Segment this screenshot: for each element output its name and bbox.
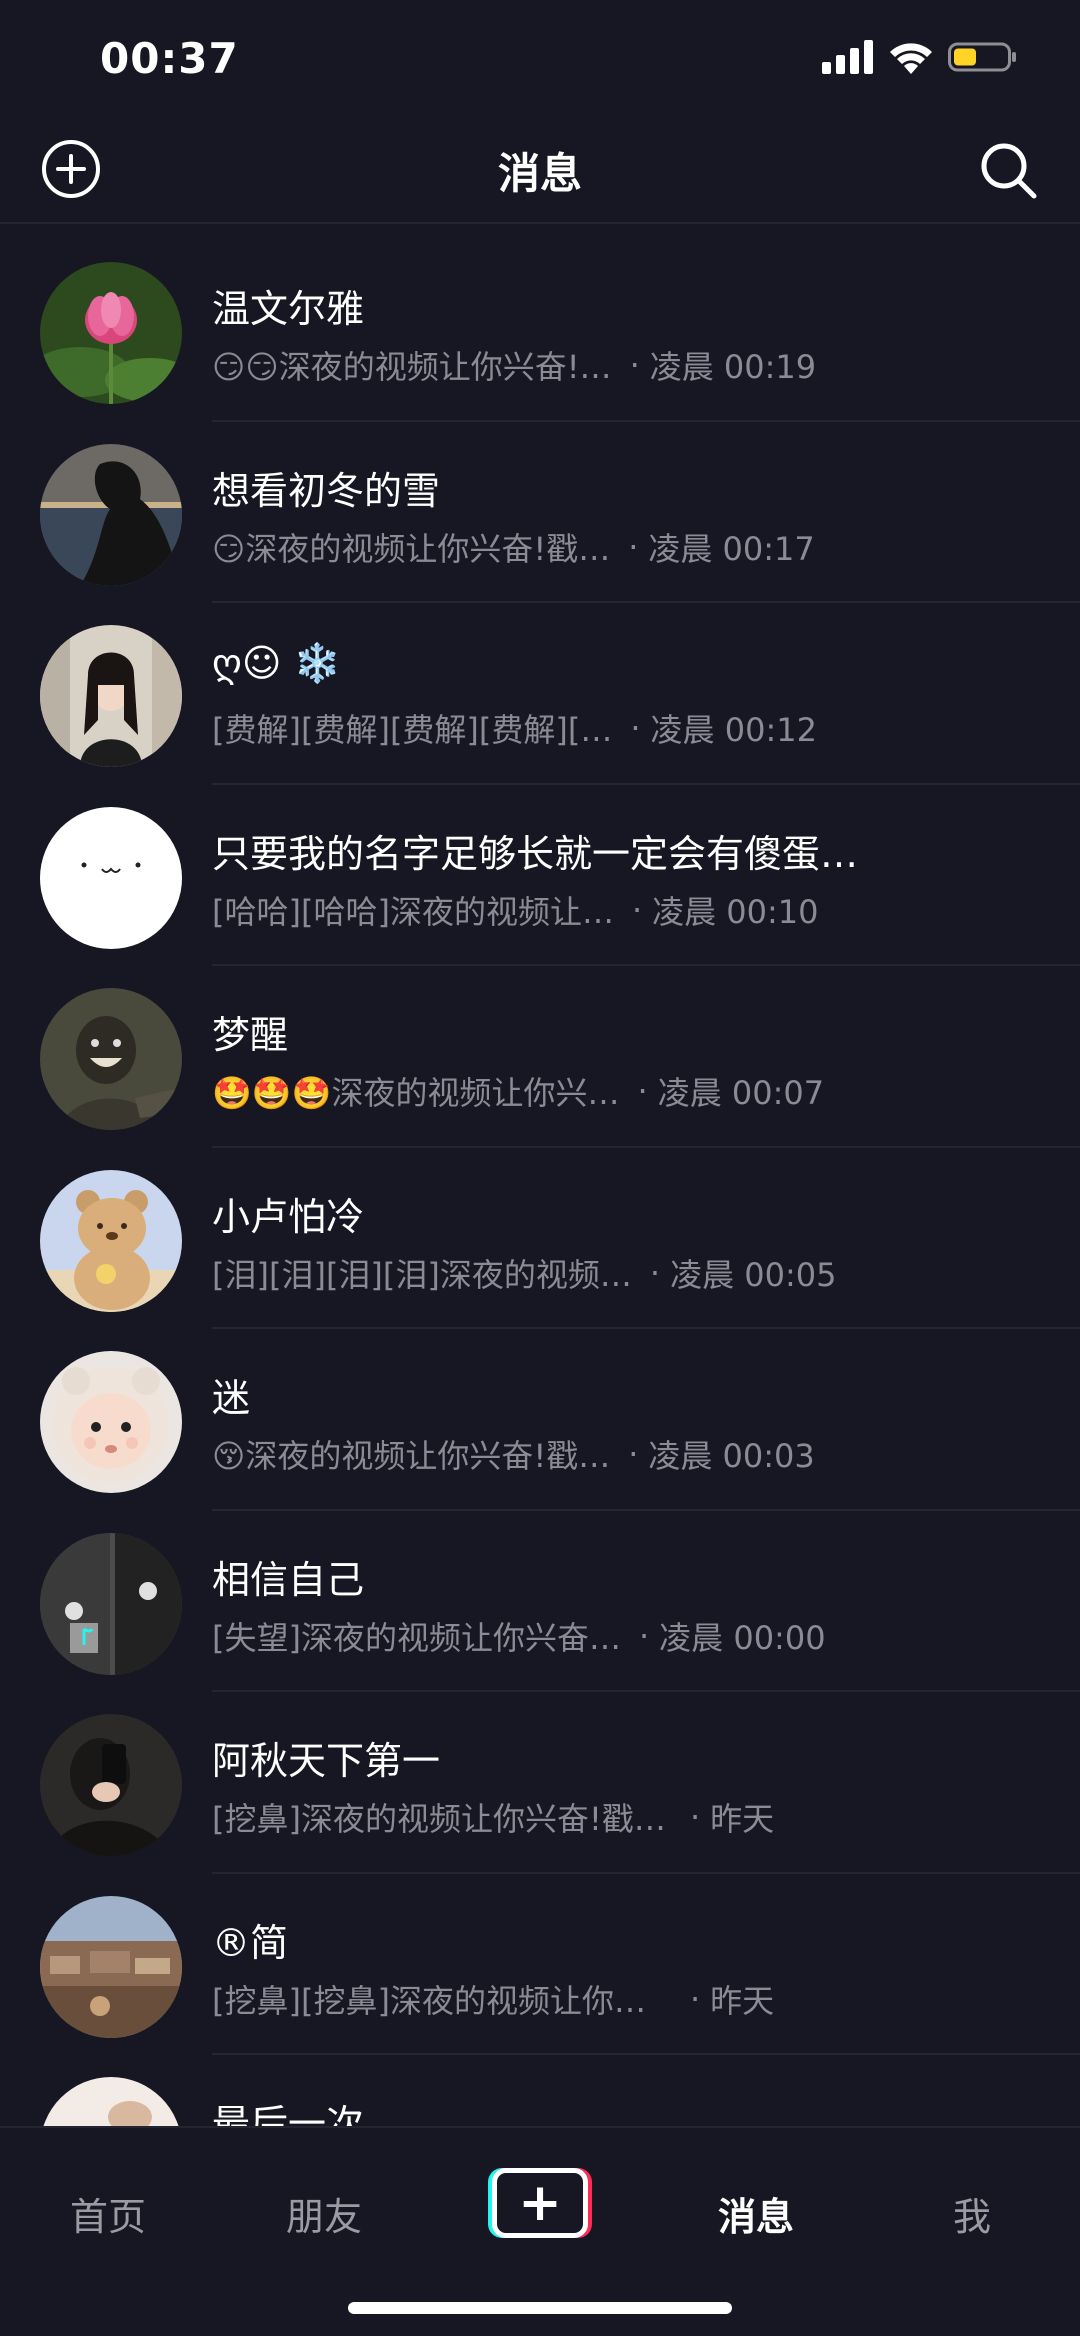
tab-me[interactable]: 我 — [902, 2186, 1042, 2241]
message-item[interactable]: 梦醒 🤩🤩🤩深夜的视频让你兴… · 凌晨 00:07 — [0, 966, 1080, 1148]
message-preview: [失望]深夜的视频让你兴奋… · 凌晨 00:00 — [212, 1613, 826, 1659]
message-item[interactable]: ღ☺︎ ❄️ [费解][费解][费解][费解][… · 凌晨 00:12 — [0, 603, 1080, 785]
avatar[interactable] — [40, 1532, 182, 1675]
message-item[interactable]: 最后一次 — [0, 2055, 1080, 2126]
message-time: 昨天 — [710, 1800, 775, 1838]
preview-text: [挖鼻]深夜的视频让你兴奋!戳 htt… — [212, 1800, 672, 1838]
preview-text: [哈哈][哈哈]深夜的视频让… — [212, 892, 614, 931]
avatar[interactable] — [40, 443, 182, 586]
contact-name: 迷 — [212, 1376, 251, 1420]
separator-dot: · — [631, 890, 643, 929]
message-item[interactable]: 阿秋天下第一 [挖鼻]深夜的视频让你兴奋!戳 htt… · 昨天 — [0, 1692, 1080, 1874]
message-item[interactable]: ®简 [挖鼻][挖鼻]深夜的视频让你兴奋!… · 昨天 — [0, 1874, 1080, 2055]
battery-icon — [948, 40, 1018, 78]
wifi-icon — [888, 40, 934, 78]
preview-text: 😏深夜的视频让你兴奋!戳… — [212, 529, 611, 568]
message-list[interactable]: 温文尔雅 😏😏深夜的视频让你兴奋!… · 凌晨 00:19 想看初冬的雪 😏深夜… — [0, 240, 1080, 2126]
preview-text: 😚深夜的视频让你兴奋!戳… — [212, 1437, 611, 1475]
message-item[interactable]: 迷 😚深夜的视频让你兴奋!戳… · 凌晨 00:03 — [0, 1329, 1080, 1511]
contact-name: 小卢怕冷 — [212, 1194, 365, 1239]
avatar[interactable] — [40, 262, 182, 404]
message-time: 凌晨 00:03 — [648, 1437, 815, 1475]
status-icons — [822, 40, 1018, 78]
message-time: 凌晨 00:00 — [659, 1618, 826, 1657]
preview-text: 😏😏深夜的视频让你兴奋!… — [212, 348, 612, 386]
preview-text: [泪][泪][泪][泪]深夜的视频… — [212, 1255, 632, 1294]
message-item[interactable]: 想看初冬的雪 😏深夜的视频让你兴奋!戳… · 凌晨 00:17 — [0, 422, 1080, 603]
search-icon — [981, 143, 1037, 199]
contact-name: 梦醒 — [212, 1013, 289, 1057]
cellular-signal-icon — [822, 40, 874, 78]
page-title: 消息 — [497, 149, 582, 198]
tab-messages[interactable]: 消息 — [686, 2186, 826, 2241]
contact-name: ®简 — [212, 1920, 289, 1965]
contact-name: 只要我的名字足够长就一定会有傻蛋… — [212, 831, 859, 876]
separator-dot: · — [649, 1253, 661, 1292]
tab-home[interactable]: 首页 — [38, 2186, 178, 2241]
separator-dot: · — [638, 1616, 650, 1655]
separator-dot: · — [630, 709, 641, 747]
create-button[interactable]: + — [488, 2168, 592, 2238]
preview-text: [费解][费解][费解][费解][… — [212, 711, 613, 749]
app-screen: 00:37 消息 温文尔雅 😏😏深夜的视频让你兴奋!… · 凌晨 00:19 想… — [0, 0, 1080, 2336]
separator-dot: · — [628, 1435, 639, 1473]
preview-text: 🤩🤩🤩深夜的视频让你兴… — [212, 1074, 620, 1112]
message-preview: [挖鼻][挖鼻]深夜的视频让你兴奋!… · 昨天 — [212, 1976, 774, 2022]
message-item[interactable]: 小卢怕冷 [泪][泪][泪][泪]深夜的视频… · 凌晨 00:05 — [0, 1148, 1080, 1329]
separator-dot: · — [690, 1979, 701, 2018]
contact-name: 阿秋天下第一 — [212, 1739, 441, 1783]
message-preview: [哈哈][哈哈]深夜的视频让… · 凌晨 00:10 — [212, 887, 819, 933]
avatar[interactable] — [40, 806, 182, 949]
avatar[interactable] — [40, 625, 182, 767]
message-time: 凌晨 00:10 — [652, 892, 819, 931]
top-header: 消息 — [0, 120, 1080, 224]
separator-dot: · — [637, 1072, 648, 1110]
message-preview: [挖鼻]深夜的视频让你兴奋!戳 htt… · 昨天 — [212, 1794, 774, 1840]
message-time: 昨天 — [710, 1981, 775, 2020]
home-indicator[interactable] — [348, 2302, 732, 2314]
avatar[interactable] — [40, 1895, 182, 2038]
message-time: 凌晨 00:17 — [648, 529, 815, 568]
avatar[interactable] — [40, 988, 182, 1130]
message-preview: [费解][费解][费解][费解][… · 凌晨 00:12 — [212, 705, 817, 751]
message-preview: 😚深夜的视频让你兴奋!戳… · 凌晨 00:03 — [212, 1431, 815, 1477]
contact-name: 最后一次 — [212, 2102, 365, 2126]
message-time: 凌晨 00:07 — [657, 1074, 825, 1112]
message-item[interactable]: 温文尔雅 😏😏深夜的视频让你兴奋!… · 凌晨 00:19 — [0, 240, 1080, 422]
message-time: 凌晨 00:19 — [649, 348, 817, 386]
contact-name: 想看初冬的雪 — [212, 468, 441, 513]
message-preview: 😏😏深夜的视频让你兴奋!… · 凌晨 00:19 — [212, 342, 816, 388]
message-item[interactable]: 相信自己 [失望]深夜的视频让你兴奋… · 凌晨 00:00 — [0, 1511, 1080, 1692]
avatar[interactable] — [40, 1169, 182, 1312]
message-preview: 🤩🤩🤩深夜的视频让你兴… · 凌晨 00:07 — [212, 1068, 824, 1114]
contact-name: 温文尔雅 — [212, 287, 365, 331]
separator-dot: · — [629, 346, 640, 384]
tab-friends[interactable]: 朋友 — [254, 2186, 394, 2241]
plus-icon: + — [492, 2168, 588, 2238]
status-bar: 00:37 — [0, 0, 1080, 120]
contact-name: 相信自己 — [212, 1557, 365, 1602]
separator-dot: · — [690, 1798, 701, 1836]
message-time: 凌晨 00:05 — [670, 1255, 837, 1294]
contact-name: ღ☺︎ ❄️ — [212, 641, 341, 685]
message-preview: 😏深夜的视频让你兴奋!戳… · 凌晨 00:17 — [212, 524, 815, 570]
avatar[interactable] — [40, 1714, 182, 1856]
message-item[interactable]: 只要我的名字足够长就一定会有傻蛋… [哈哈][哈哈]深夜的视频让… · 凌晨 0… — [0, 785, 1080, 966]
separator-dot: · — [628, 527, 639, 566]
preview-text: [失望]深夜的视频让你兴奋… — [212, 1618, 621, 1657]
avatar[interactable] — [40, 1351, 182, 1493]
status-time: 00:37 — [100, 34, 239, 83]
message-time: 凌晨 00:12 — [650, 711, 817, 749]
preview-text: [挖鼻][挖鼻]深夜的视频让你兴奋!… — [212, 1981, 672, 2020]
search-button[interactable] — [976, 138, 1042, 204]
avatar[interactable] — [40, 2077, 182, 2126]
message-preview: [泪][泪][泪][泪]深夜的视频… · 凌晨 00:05 — [212, 1250, 836, 1296]
